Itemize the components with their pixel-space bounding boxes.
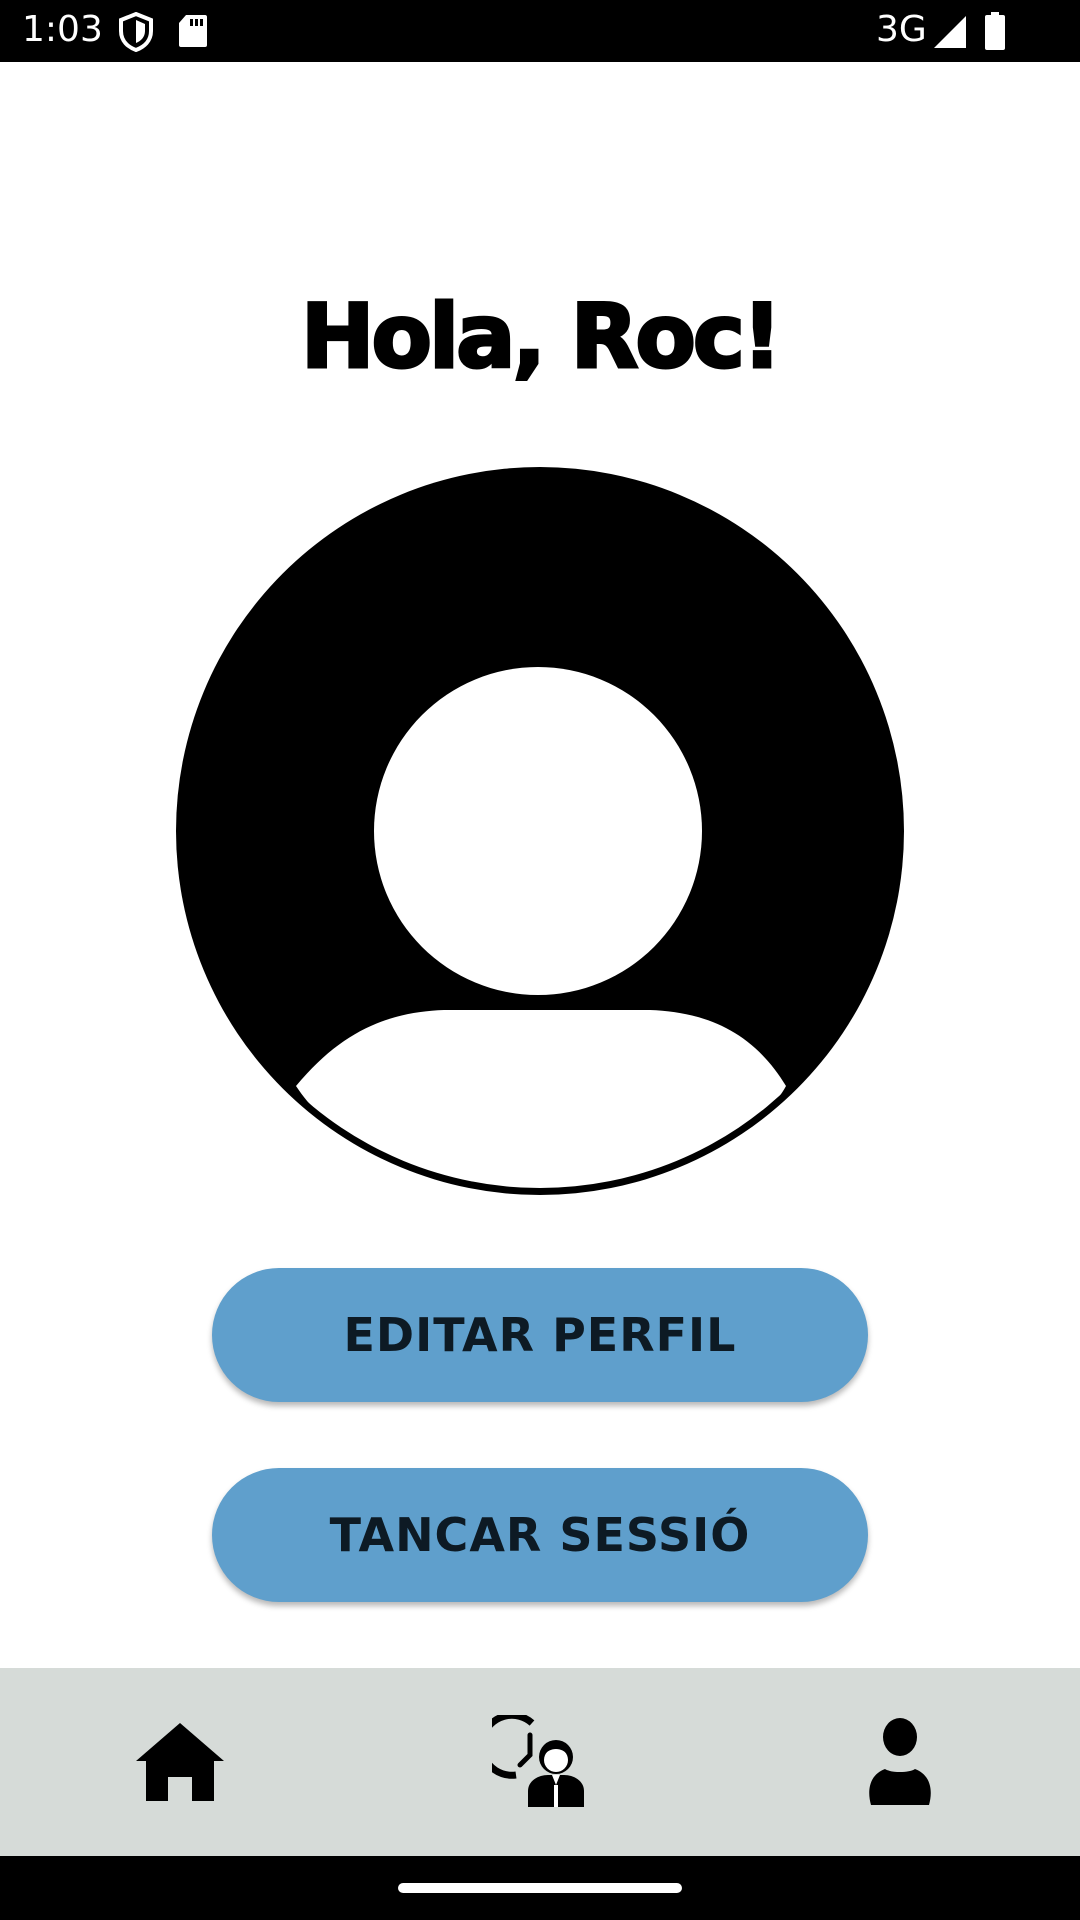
status-bar: 1:03 3G — [0, 0, 1080, 62]
signal-icon — [934, 16, 966, 48]
history-user-icon — [492, 1715, 584, 1807]
logout-button[interactable]: TANCAR SESSIÓ — [212, 1468, 868, 1602]
system-navigation-bar — [0, 1856, 1080, 1920]
nav-item-history[interactable] — [450, 1668, 630, 1856]
user-avatar-icon — [176, 467, 904, 1195]
profile-icon — [869, 1718, 931, 1805]
home-icon — [136, 1723, 224, 1801]
gesture-handle[interactable] — [398, 1883, 682, 1893]
status-time: 1:03 — [22, 9, 103, 50]
nav-item-profile[interactable] — [810, 1668, 990, 1856]
battery-icon — [985, 12, 1005, 50]
bottom-navigation — [0, 1668, 1080, 1856]
greeting-title: Hola, Roc! — [299, 284, 783, 390]
network-type: 3G — [876, 9, 927, 50]
sd-card-icon — [179, 15, 207, 47]
edit-profile-button[interactable]: EDITAR PERFIL — [212, 1268, 868, 1402]
nav-item-home[interactable] — [90, 1668, 270, 1856]
shield-icon — [119, 12, 153, 52]
